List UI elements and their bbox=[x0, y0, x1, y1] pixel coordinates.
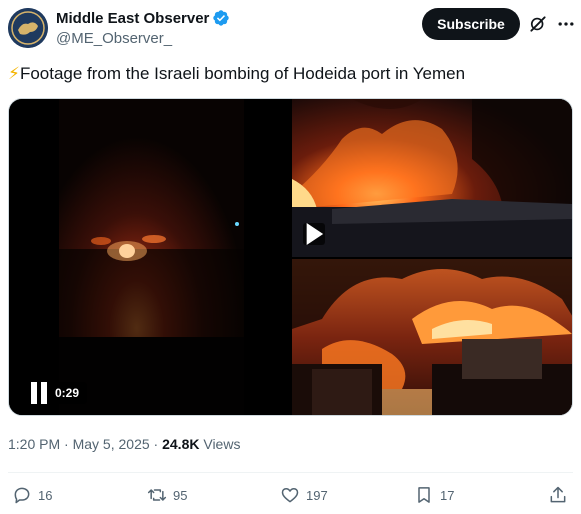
more-icon[interactable] bbox=[556, 14, 576, 34]
like-button[interactable]: 197 bbox=[280, 485, 328, 505]
meta-separator: · bbox=[149, 436, 163, 452]
author-name[interactable]: Middle East Observer bbox=[56, 10, 209, 27]
video-tile-left[interactable]: 0:29 bbox=[9, 99, 290, 415]
tweet-header: Middle East Observer @ME_Observer_ Subsc… bbox=[8, 6, 576, 50]
views-count[interactable]: 24.8K bbox=[162, 436, 199, 452]
media-grid: 0:29 bbox=[8, 98, 573, 416]
views-label: Views bbox=[199, 436, 241, 452]
verified-badge-icon bbox=[213, 10, 230, 26]
pause-icon[interactable] bbox=[29, 382, 49, 404]
meta-separator: · bbox=[60, 436, 73, 452]
repost-icon[interactable] bbox=[147, 485, 167, 505]
author-handle[interactable]: @ME_Observer_ bbox=[56, 30, 172, 47]
share-icon[interactable] bbox=[548, 485, 568, 505]
tweet-body: Footage from the Israeli bombing of Hode… bbox=[19, 64, 466, 83]
tweet-text: ⚡Footage from the Israeli bombing of Hod… bbox=[8, 64, 465, 84]
play-icon[interactable] bbox=[303, 223, 325, 245]
grok-icon[interactable] bbox=[528, 14, 548, 34]
reply-icon[interactable] bbox=[12, 485, 32, 505]
bookmark-count: 17 bbox=[440, 487, 455, 503]
divider bbox=[8, 472, 573, 473]
video-tile-top-right[interactable] bbox=[292, 99, 572, 257]
reply-count: 16 bbox=[38, 487, 53, 503]
author-name-row[interactable]: Middle East Observer bbox=[56, 9, 230, 27]
video-duration-badge[interactable]: 0:29 bbox=[21, 382, 88, 404]
repost-button[interactable]: 95 bbox=[147, 485, 187, 505]
bookmark-icon[interactable] bbox=[414, 485, 434, 505]
reply-button[interactable]: 16 bbox=[12, 485, 52, 505]
video-tile-bottom-right[interactable] bbox=[292, 259, 572, 415]
repost-count: 95 bbox=[173, 487, 188, 503]
like-icon[interactable] bbox=[280, 485, 300, 505]
avatar[interactable] bbox=[8, 8, 48, 48]
tweet-date[interactable]: May 5, 2025 bbox=[73, 436, 150, 452]
play-button[interactable] bbox=[303, 223, 325, 245]
video-duration: 0:29 bbox=[55, 386, 80, 400]
share-button[interactable] bbox=[548, 485, 568, 505]
tweet-time[interactable]: 1:20 PM bbox=[8, 436, 60, 452]
action-bar: 16 95 197 17 bbox=[0, 482, 581, 512]
like-count: 197 bbox=[306, 487, 328, 503]
tweet-meta: 1:20 PM · May 5, 2025 · 24.8K Views bbox=[8, 436, 240, 452]
subscribe-button[interactable]: Subscribe bbox=[422, 8, 520, 40]
lightning-emoji: ⚡ bbox=[8, 64, 20, 83]
bookmark-button[interactable]: 17 bbox=[414, 485, 454, 505]
